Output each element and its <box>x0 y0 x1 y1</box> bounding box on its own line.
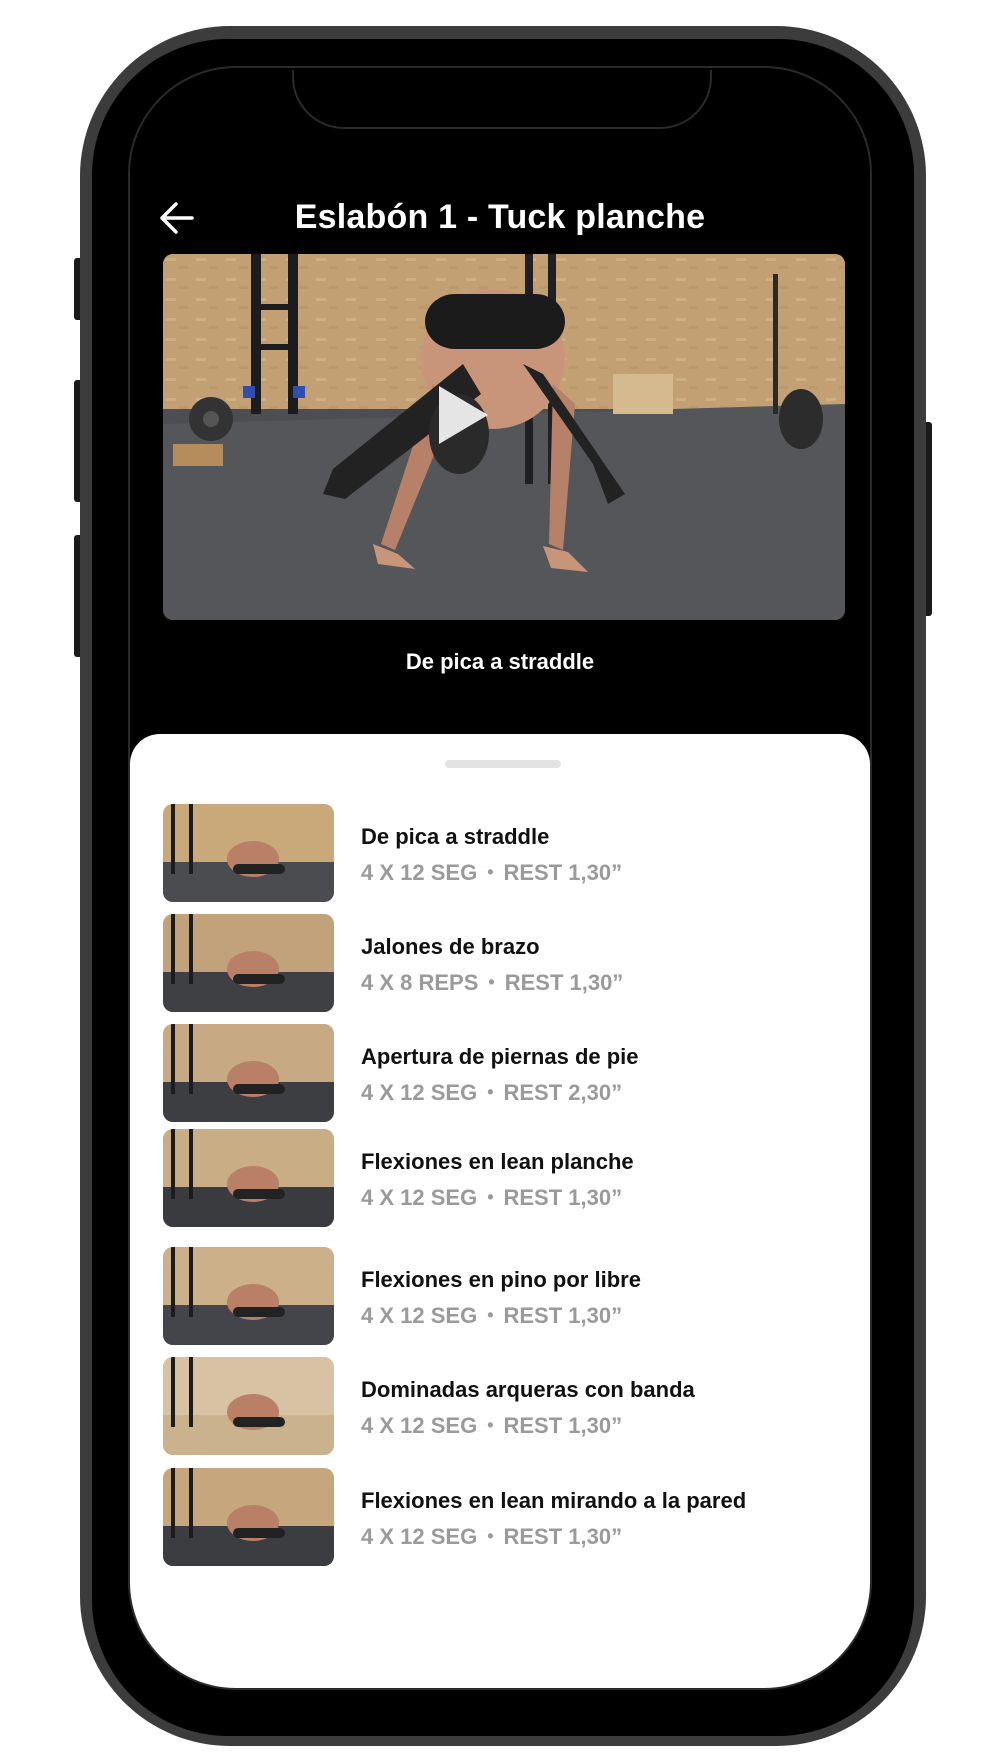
sheet-handle[interactable] <box>445 760 561 768</box>
exercise-thumbnail <box>163 1357 334 1455</box>
page: Eslabón 1 - Tuck planche De pica a strad… <box>0 0 1006 1762</box>
exercise-thumbnail <box>163 1247 334 1345</box>
exercise-sheet: De pica a straddle 4 X 12 SEG • REST 1,30” J… <box>130 734 870 1688</box>
exercise-rest: REST 1,30” <box>503 1413 623 1438</box>
exercise-title: Flexiones en lean planche <box>361 1149 634 1174</box>
separator-dot: • <box>487 862 494 882</box>
video-caption: De pica a straddle <box>405 649 595 674</box>
phone-screen: Eslabón 1 - Tuck planche De pica a strad… <box>128 66 872 1690</box>
notch <box>292 68 712 129</box>
exercise-sets: 4 X 12 SEG <box>361 860 478 885</box>
exercise-meta: 4 X 12 SEG • REST 1,30” <box>361 1413 622 1439</box>
exercise-rest: REST 1,30” <box>503 860 623 885</box>
exercise-rest: REST 1,30” <box>503 1524 623 1549</box>
exercise-thumbnail <box>163 804 334 902</box>
exercise-sets: 4 X 12 SEG <box>361 1524 478 1549</box>
exercise-rest: REST 1,30” <box>503 1185 623 1210</box>
exercise-thumbnail <box>163 1468 334 1566</box>
exercise-title: Apertura de piernas de pie <box>361 1044 639 1069</box>
exercise-sets: 4 X 12 SEG <box>361 1303 478 1328</box>
exercise-thumbnail <box>163 1024 334 1122</box>
separator-dot: • <box>487 1526 494 1546</box>
exercise-meta: 4 X 8 REPS • REST 1,30” <box>361 970 623 996</box>
page-title: Eslabón 1 - Tuck planche <box>294 198 706 236</box>
exercise-sets: 4 X 8 REPS <box>361 970 479 995</box>
exercise-item[interactable]: Jalones de brazo 4 X 8 REPS • REST 1,30” <box>163 914 843 1012</box>
video-thumbnail <box>163 254 845 620</box>
exercise-item[interactable]: Flexiones en lean planche 4 X 12 SEG • REST… <box>163 1129 843 1227</box>
separator-dot: • <box>487 1305 494 1325</box>
exercise-item[interactable]: Apertura de piernas de pie 4 X 12 SEG • RES… <box>163 1024 843 1122</box>
exercise-item[interactable]: Flexiones en pino por libre 4 X 12 SEG • RE… <box>163 1247 843 1345</box>
exercise-sets: 4 X 12 SEG <box>361 1413 478 1438</box>
video-player[interactable] <box>163 254 845 620</box>
exercise-item[interactable]: Dominadas arqueras con banda 4 X 12 SEG • R… <box>163 1357 843 1455</box>
top-bar: Eslabón 1 - Tuck planche <box>130 188 870 248</box>
separator-dot: • <box>488 972 495 992</box>
separator-dot: • <box>487 1082 494 1102</box>
exercise-rest: REST 1,30” <box>503 1303 623 1328</box>
exercise-sets: 4 X 12 SEG <box>361 1080 478 1105</box>
exercise-meta: 4 X 12 SEG • REST 2,30” <box>361 1080 622 1106</box>
exercise-title: Dominadas arqueras con banda <box>361 1377 695 1402</box>
exercise-title: De pica a straddle <box>361 824 550 849</box>
exercise-title: Flexiones en lean mirando a la pared <box>361 1488 747 1513</box>
exercise-meta: 4 X 12 SEG • REST 1,30” <box>361 1524 622 1550</box>
exercise-meta: 4 X 12 SEG • REST 1,30” <box>361 1185 622 1211</box>
exercise-item[interactable]: De pica a straddle 4 X 12 SEG • REST 1,30” <box>163 804 843 902</box>
exercise-rest: REST 1,30” <box>504 970 624 995</box>
separator-dot: • <box>487 1415 494 1435</box>
exercise-rest: REST 2,30” <box>503 1080 623 1105</box>
exercise-title: Jalones de brazo <box>361 934 540 959</box>
exercise-item[interactable]: Flexiones en lean mirando a la pared 4 X … <box>163 1468 843 1566</box>
exercise-meta: 4 X 12 SEG • REST 1,30” <box>361 1303 622 1329</box>
exercise-meta: 4 X 12 SEG • REST 1,30” <box>361 860 622 886</box>
exercise-title: Flexiones en pino por libre <box>361 1267 641 1292</box>
exercise-sets: 4 X 12 SEG <box>361 1185 478 1210</box>
separator-dot: • <box>487 1187 494 1207</box>
exercise-thumbnail <box>163 914 334 1012</box>
exercise-thumbnail <box>163 1129 334 1227</box>
